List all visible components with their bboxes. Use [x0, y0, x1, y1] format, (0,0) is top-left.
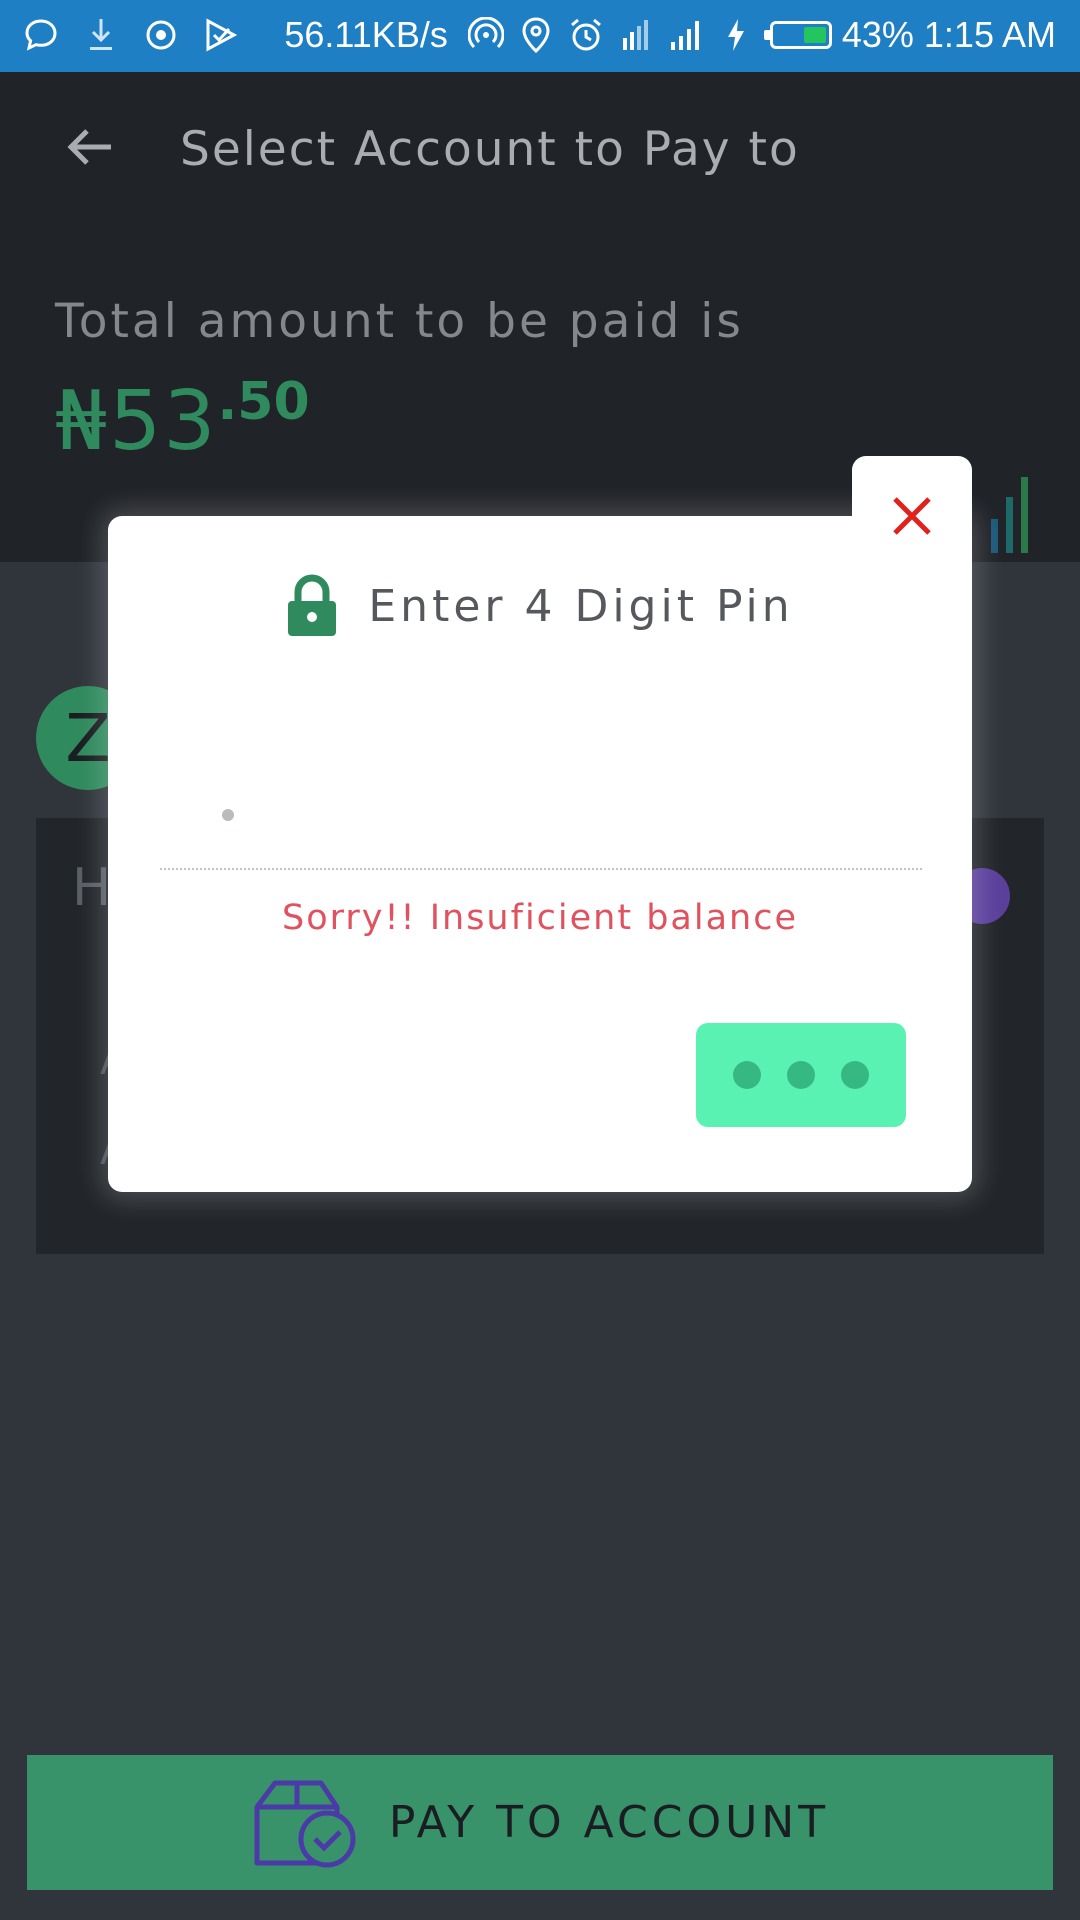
pin-dot: [222, 809, 234, 821]
total-amount-label: Total amount to be paid is: [55, 294, 744, 349]
loading-dot: [733, 1061, 761, 1089]
pin-dialog: Enter 4 Digit Pin Sorry!! Insuficient ba…: [108, 516, 972, 1192]
battery-level: [803, 27, 826, 43]
lock-icon: [288, 574, 337, 636]
submit-pin-button[interactable]: [696, 1023, 906, 1127]
alarm-icon: [566, 15, 606, 55]
charging-icon: [716, 15, 756, 55]
battery-icon: [763, 21, 832, 49]
error-message: Sorry!! Insuficient balance: [282, 898, 798, 938]
record-icon: [140, 14, 182, 56]
data-signal-icon: [616, 15, 656, 55]
card-initial: H: [72, 858, 112, 918]
back-arrow-icon: [67, 129, 111, 165]
battery-percent: 43%: [841, 14, 914, 55]
total-amount: ₦53.50: [55, 372, 310, 469]
back-button[interactable]: [60, 122, 120, 172]
download-icon: [80, 14, 122, 56]
pay-to-account-button[interactable]: PAY TO ACCOUNT: [27, 1755, 1053, 1890]
hotspot-icon: [466, 15, 506, 55]
package-check-icon: [254, 1780, 356, 1867]
pay-button-label: PAY TO ACCOUNT: [388, 1797, 830, 1848]
page-title: Select Account to Pay to: [180, 122, 800, 177]
status-bar: 56.11KB/s 43% 1:15 AM: [0, 0, 1080, 72]
close-icon: [893, 497, 931, 535]
loading-dot: [787, 1061, 815, 1089]
loading-dot: [841, 1061, 869, 1089]
dialog-header: Enter 4 Digit Pin: [108, 574, 972, 638]
dialog-title: Enter 4 Digit Pin: [368, 580, 794, 632]
chart-bars-icon: [991, 477, 1028, 553]
clock: 1:15 AM: [923, 14, 1056, 55]
amount-cents: .50: [217, 372, 310, 432]
amount-main: ₦53: [55, 374, 218, 469]
status-notification-icons: [20, 14, 242, 56]
play-store-check-icon: [200, 14, 242, 56]
location-icon: [516, 15, 556, 55]
close-button[interactable]: [852, 456, 972, 576]
signal-icon: [666, 15, 706, 55]
page: 56.11KB/s 43% 1:15 AM Select Account to …: [0, 0, 1080, 1920]
status-system-icons: 56.11KB/s 43% 1:15 AM: [284, 14, 1056, 56]
network-speed: 56.11KB/s: [284, 14, 448, 55]
chat-bubble-icon: [20, 14, 62, 56]
pin-input[interactable]: [160, 756, 922, 870]
